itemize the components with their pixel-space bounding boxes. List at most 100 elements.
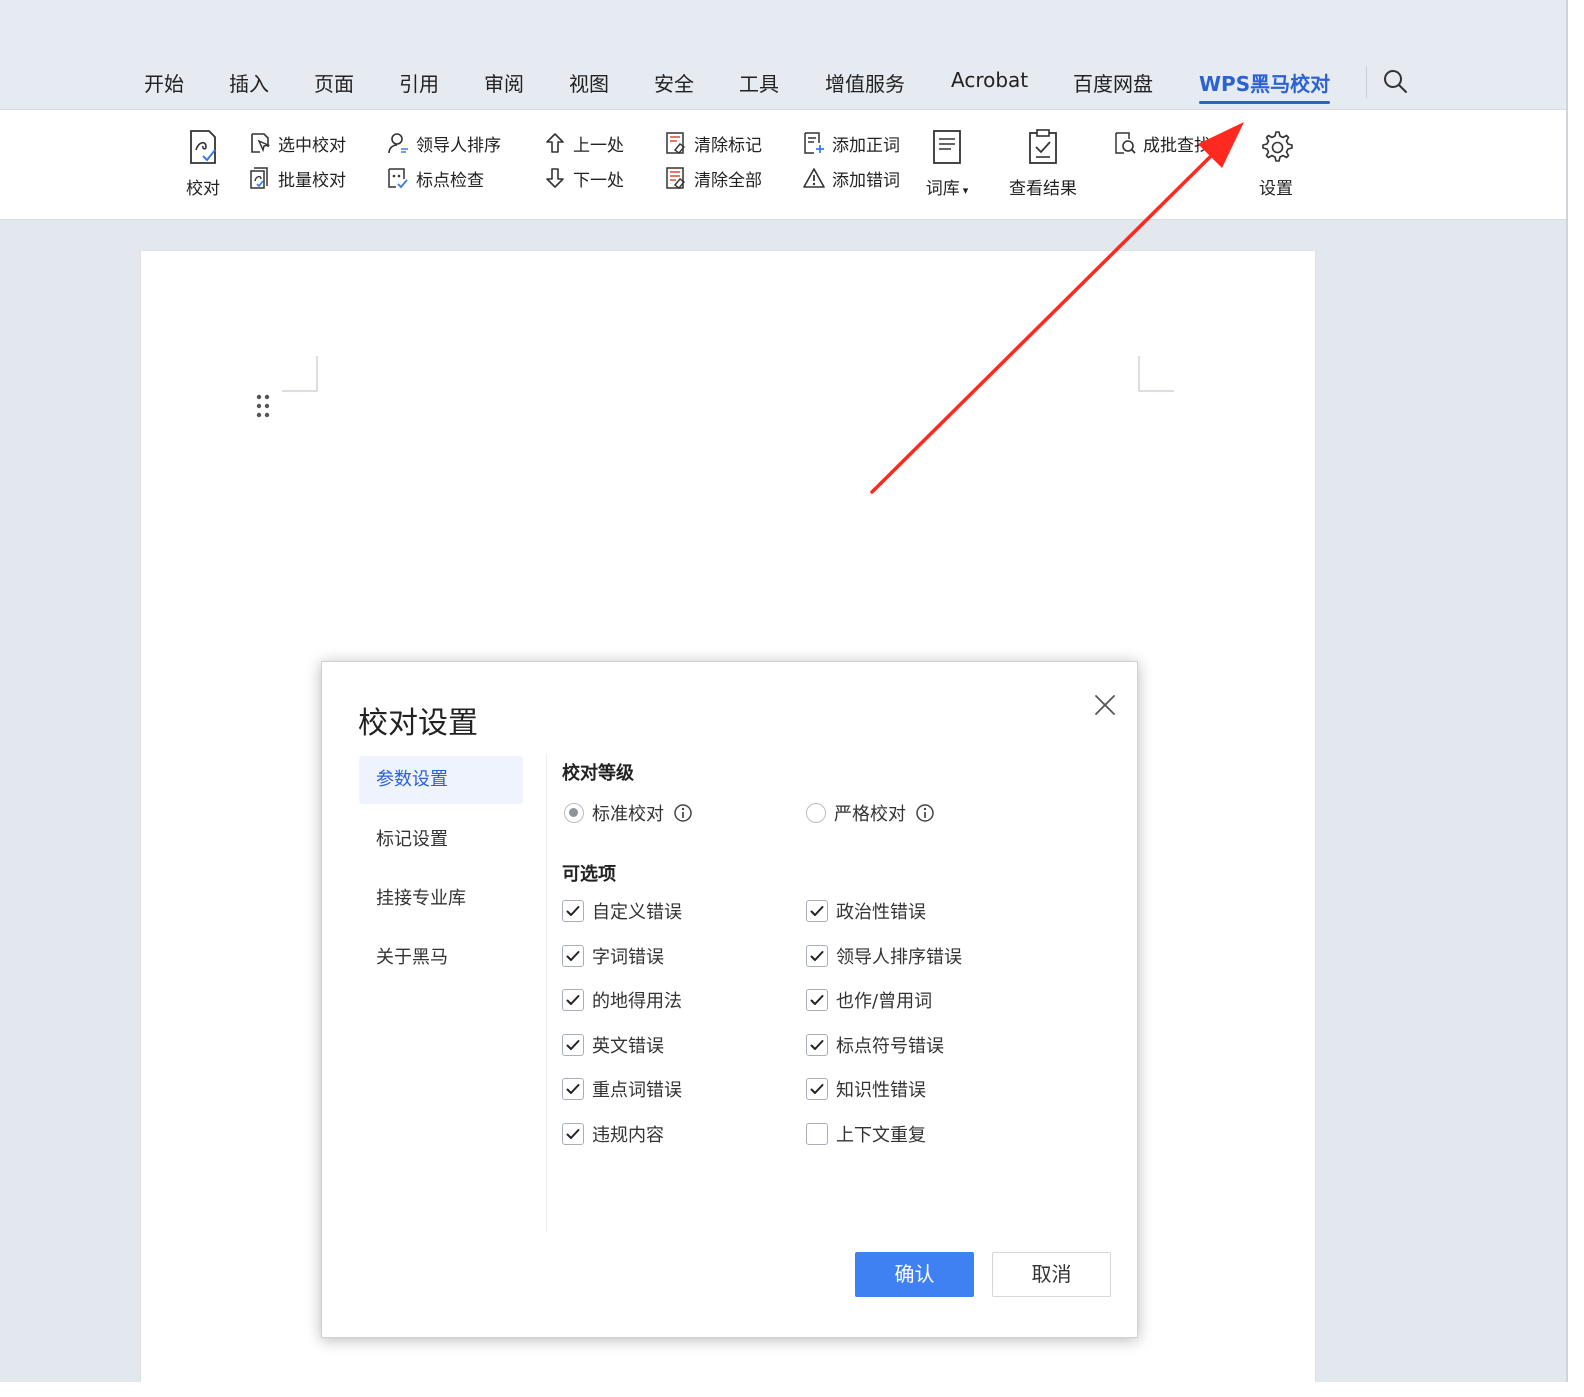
arrow-up-icon — [546, 133, 564, 153]
nav-mark-settings[interactable]: 标记设置 — [359, 816, 523, 864]
batch-find-icon — [1115, 132, 1136, 154]
tab-security[interactable]: 安全 — [654, 68, 694, 98]
next-label: 下一处 — [573, 170, 624, 191]
option-label: 违规内容 — [592, 1125, 664, 1146]
option-label: 上下文重复 — [836, 1125, 926, 1146]
option-checkbox-row[interactable]: 英文错误 — [562, 1032, 664, 1058]
tab-page[interactable]: 页面 — [314, 68, 354, 98]
tab-value-added[interactable]: 增值服务 — [825, 68, 905, 98]
option-checkbox-row[interactable]: 标点符号错误 — [806, 1032, 944, 1058]
margin-corner-top-right — [1138, 356, 1174, 392]
radio-standard[interactable]: 标准校对 — [564, 800, 693, 826]
checkbox-checked[interactable] — [806, 989, 828, 1011]
option-checkbox-row[interactable]: 字词错误 — [562, 943, 664, 969]
confirm-button[interactable]: 确认 — [855, 1252, 974, 1297]
radio-standard-dot[interactable] — [564, 803, 584, 823]
option-checkbox-row[interactable]: 重点词错误 — [562, 1076, 682, 1102]
option-checkbox-row[interactable]: 政治性错误 — [806, 898, 926, 924]
tab-separator — [1366, 66, 1367, 98]
check-icon — [566, 951, 580, 961]
dialog-divider — [546, 754, 547, 1232]
tab-reference[interactable]: 引用 — [399, 68, 439, 98]
option-label: 也作/曾用词 — [836, 991, 933, 1012]
option-label: 政治性错误 — [836, 902, 926, 923]
punct-check-label: 标点检查 — [416, 170, 484, 191]
batch-find-button[interactable]: 成批查找 — [1113, 129, 1211, 157]
add-error-word-label: 添加错词 — [832, 170, 900, 191]
info-icon[interactable] — [673, 803, 693, 823]
option-checkbox-row[interactable]: 违规内容 — [562, 1121, 664, 1147]
checkbox-checked[interactable] — [806, 900, 828, 922]
settings-button[interactable]: 设置 — [1250, 110, 1302, 220]
radio-strict-label: 严格校对 — [834, 804, 906, 825]
prev-button[interactable]: 上一处 — [543, 129, 624, 157]
option-checkbox-row[interactable]: 领导人排序错误 — [806, 943, 962, 969]
batch-proofread-icon — [250, 167, 268, 189]
checkbox-checked[interactable] — [562, 989, 584, 1011]
radio-strict[interactable]: 严格校对 — [806, 800, 935, 826]
add-correct-word-button[interactable]: 添加正词 — [802, 129, 900, 157]
checkbox-checked[interactable] — [562, 1078, 584, 1100]
tab-view[interactable]: 视图 — [569, 68, 609, 98]
option-label: 字词错误 — [592, 947, 664, 968]
option-checkbox-row[interactable]: 也作/曾用词 — [806, 987, 932, 1013]
tab-tools[interactable]: 工具 — [739, 68, 779, 98]
clear-marks-icon — [666, 132, 686, 154]
tab-wps-heima[interactable]: WPS黑马校对 — [1199, 68, 1331, 104]
clear-marks-label: 清除标记 — [694, 135, 762, 156]
checkbox-checked[interactable] — [562, 900, 584, 922]
nav-pro-library[interactable]: 挂接专业库 — [359, 875, 523, 923]
lexicon-label: 词库 — [925, 179, 960, 199]
option-checkbox-row[interactable]: 上下文重复 — [806, 1121, 926, 1147]
clear-marks-button[interactable]: 清除标记 — [664, 129, 762, 157]
checkbox-checked[interactable] — [806, 1034, 828, 1056]
proofread-icon — [190, 130, 216, 164]
search-icon[interactable] — [1380, 66, 1412, 98]
checkbox-checked[interactable] — [806, 945, 828, 967]
batch-proofread-label: 批量校对 — [278, 170, 346, 191]
arrow-down-icon — [546, 168, 564, 188]
leader-user-icon — [388, 133, 408, 154]
option-checkbox-row[interactable]: 知识性错误 — [806, 1076, 926, 1102]
level-section-title: 校对等级 — [562, 763, 634, 784]
nav-about[interactable]: 关于黑马 — [359, 934, 523, 982]
select-proofread-icon — [251, 133, 271, 153]
add-correct-word-icon — [804, 132, 824, 154]
tab-baidu-netdisk[interactable]: 百度网盘 — [1073, 68, 1153, 98]
add-error-word-button[interactable]: 添加错词 — [802, 164, 900, 192]
option-checkbox-row[interactable]: 的地得用法 — [562, 987, 682, 1013]
dialog-title: 校对设置 — [358, 706, 478, 741]
radio-strict-dot[interactable] — [806, 803, 826, 823]
proofread-button[interactable]: 校对 — [178, 110, 228, 220]
tab-review[interactable]: 审阅 — [484, 68, 524, 98]
tab-insert[interactable]: 插入 — [229, 68, 269, 98]
prev-label: 上一处 — [573, 135, 624, 156]
punct-check-button[interactable]: 标点检查 — [386, 164, 484, 192]
checkbox-checked[interactable] — [562, 945, 584, 967]
clear-all-button[interactable]: 清除全部 — [664, 164, 762, 192]
lexicon-book-icon — [933, 130, 961, 164]
lexicon-dropdown[interactable]: 词库 ▾ — [918, 110, 976, 220]
checkbox-checked[interactable] — [806, 1078, 828, 1100]
info-icon[interactable] — [915, 803, 935, 823]
tab-acrobat[interactable]: Acrobat — [951, 68, 1028, 98]
tab-start[interactable]: 开始 — [144, 68, 184, 98]
checkbox-unchecked[interactable] — [806, 1123, 828, 1145]
drag-handle-icon[interactable] — [256, 394, 270, 420]
checkbox-checked[interactable] — [562, 1123, 584, 1145]
option-label: 知识性错误 — [836, 1080, 926, 1101]
view-results-button[interactable]: 查看结果 — [1003, 110, 1083, 220]
option-label: 重点词错误 — [592, 1080, 682, 1101]
batch-proofread-button[interactable]: 批量校对 — [248, 164, 346, 192]
option-label: 英文错误 — [592, 1036, 664, 1057]
next-button[interactable]: 下一处 — [543, 164, 624, 192]
check-icon — [810, 1084, 824, 1094]
checkbox-checked[interactable] — [562, 1034, 584, 1056]
check-icon — [566, 1040, 580, 1050]
nav-param-settings[interactable]: 参数设置 — [359, 756, 523, 804]
leader-sort-button[interactable]: 领导人排序 — [386, 129, 501, 157]
cancel-button[interactable]: 取消 — [992, 1252, 1111, 1297]
option-checkbox-row[interactable]: 自定义错误 — [562, 898, 682, 924]
close-icon[interactable] — [1092, 692, 1118, 718]
select-proofread-button[interactable]: 选中校对 — [248, 129, 346, 157]
